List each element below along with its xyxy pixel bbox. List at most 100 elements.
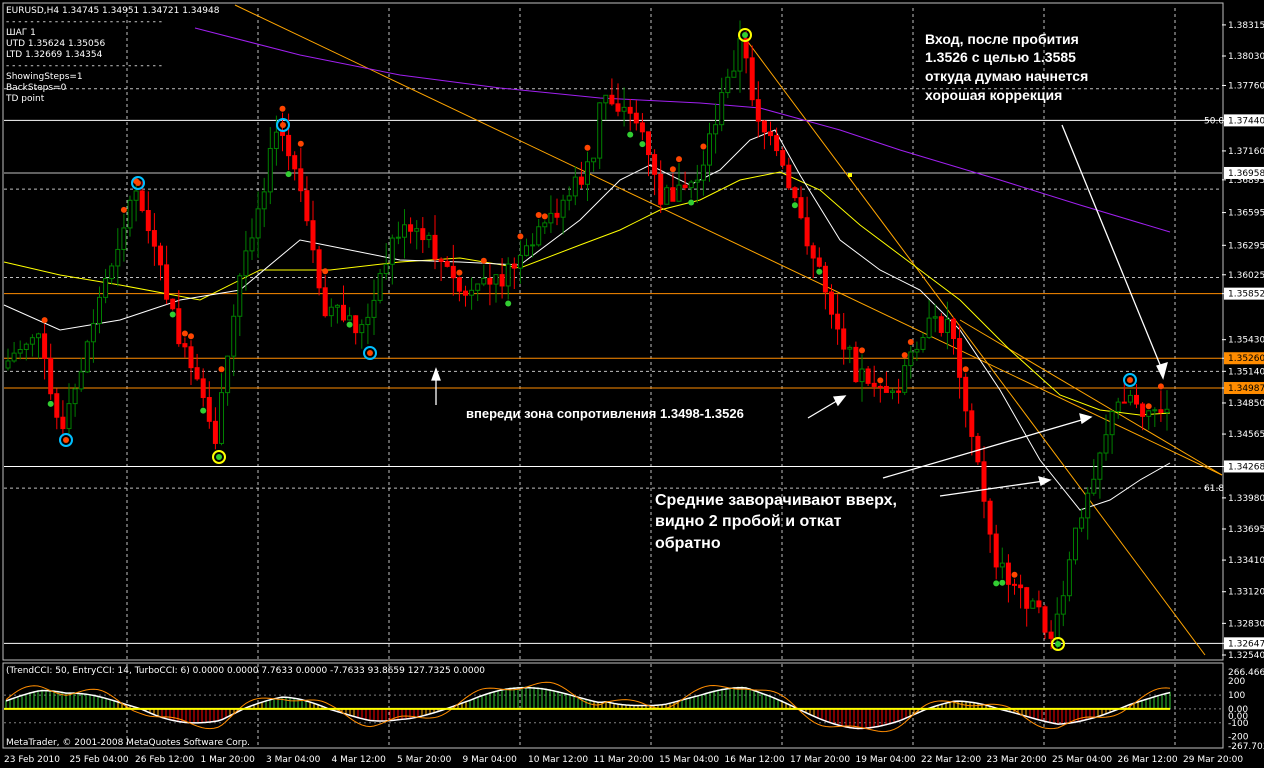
candle-body — [896, 390, 902, 393]
candle-body — [731, 70, 737, 78]
candle-body — [42, 333, 48, 359]
price-tick-label: 1.37160 — [1228, 147, 1264, 157]
td-dot — [480, 257, 487, 264]
price-tick-label: 1.37760 — [1228, 81, 1264, 91]
candle-body — [566, 195, 572, 201]
td-dot — [541, 213, 548, 220]
trend-anchor — [848, 173, 852, 177]
candle-body — [188, 346, 194, 369]
candle-body — [981, 461, 987, 502]
candle-body — [1066, 559, 1072, 597]
td-dot — [505, 300, 512, 307]
level-tag-text: 1.37440 — [1228, 116, 1264, 126]
td-dot — [1055, 641, 1061, 647]
candle-body — [1085, 492, 1091, 519]
candle-body — [768, 131, 773, 137]
candle-body — [1097, 452, 1103, 480]
candle-body — [505, 263, 511, 287]
td-dot — [627, 131, 634, 138]
candle-body — [847, 346, 853, 350]
candle-body — [60, 416, 66, 430]
candle-body — [121, 227, 127, 250]
candle-body — [652, 154, 658, 175]
candle-body — [219, 392, 224, 444]
candle-body — [603, 94, 609, 104]
price-tick-label: 1.33695 — [1228, 525, 1264, 535]
price-tick-label: 1.36295 — [1228, 241, 1264, 251]
candle-body — [463, 290, 468, 296]
price-tick-label: 1.32540 — [1228, 651, 1264, 661]
td-dot — [181, 330, 188, 337]
td-dot — [877, 377, 884, 384]
candle-body — [621, 106, 627, 112]
candle-body — [1164, 408, 1170, 413]
candle-body — [29, 337, 35, 345]
candle-body — [365, 316, 371, 326]
info-line: UTD 1.35624 1.35056 — [6, 39, 105, 49]
candle-body — [359, 324, 365, 334]
candle-body — [938, 316, 944, 333]
candle-body — [841, 328, 847, 350]
annotation-line: Вход, после пробития — [925, 31, 1079, 47]
price-chart[interactable]: 50.0 61.8 1.38315 1.38030 1.37760 1.37440 1.3… — [0, 0, 1264, 768]
td-dot — [285, 171, 292, 178]
candle-body — [987, 500, 993, 535]
candle-body — [182, 343, 188, 348]
candle-body — [280, 131, 285, 136]
candle-body — [1005, 562, 1011, 585]
td-dot — [676, 156, 682, 163]
candle-body — [725, 76, 731, 94]
annotation-line: обратно — [655, 535, 721, 552]
td-dot — [816, 268, 823, 275]
candle-body — [450, 265, 456, 279]
info-line: BackSteps=0 — [6, 83, 67, 93]
candle-body — [951, 318, 956, 340]
candle-body — [792, 187, 798, 199]
candle-body — [36, 333, 41, 339]
candle-body — [371, 299, 377, 318]
candle-body — [1018, 584, 1024, 589]
candle-body — [975, 435, 981, 463]
candle-body — [1054, 613, 1060, 639]
candle-body — [438, 258, 444, 263]
candle-body — [609, 94, 615, 105]
candle-body — [243, 250, 249, 277]
candle-body — [456, 277, 462, 292]
td-dot — [279, 105, 286, 112]
candle-body — [499, 274, 505, 287]
candle-body — [914, 348, 920, 353]
candle-body — [890, 390, 895, 393]
candle-body — [560, 199, 566, 218]
candle-body — [1103, 434, 1109, 454]
annotation-resistance: впереди зона сопротивления 1.3498-1.3526 — [466, 406, 744, 421]
candle-body — [969, 410, 975, 437]
candle-body — [78, 371, 84, 390]
candle-body — [810, 245, 816, 259]
td-dot — [669, 166, 676, 173]
td-dot — [639, 141, 646, 148]
cci-tick-label: 100 — [1228, 691, 1245, 701]
candle-body — [1158, 409, 1164, 413]
time-axis: 23 Feb 2010 25 Feb 04:00 26 Feb 12:00 1 Mar… — [4, 755, 1243, 765]
candle-body — [298, 168, 304, 192]
candle-body — [670, 187, 676, 202]
info-line: - - - - - - - - - - - - - - - - - - - - … — [6, 61, 162, 71]
td-dot — [962, 366, 969, 373]
candle-body — [249, 237, 255, 252]
candle-body — [395, 236, 401, 239]
time-tick-label: 4 Mar 12:00 — [332, 755, 387, 765]
cci-tick-label: 200 — [1228, 677, 1245, 687]
time-tick-label: 29 Mar 20:00 — [1183, 755, 1243, 765]
candle-body — [206, 397, 212, 422]
level-tag-text: 1.32647 — [1228, 639, 1264, 649]
candle-body — [341, 304, 346, 321]
annotation-line: 1.3526 с целью 1.3585 — [925, 49, 1076, 65]
fib-label: 61.8 — [1204, 484, 1224, 494]
candle-body — [993, 533, 999, 568]
fib-label: 50.0 — [1204, 116, 1224, 126]
candle-body — [530, 244, 536, 247]
candle-body — [542, 222, 548, 228]
candle-body — [200, 378, 206, 399]
price-tick-label: 1.38315 — [1228, 21, 1264, 31]
candle-body — [127, 199, 133, 229]
